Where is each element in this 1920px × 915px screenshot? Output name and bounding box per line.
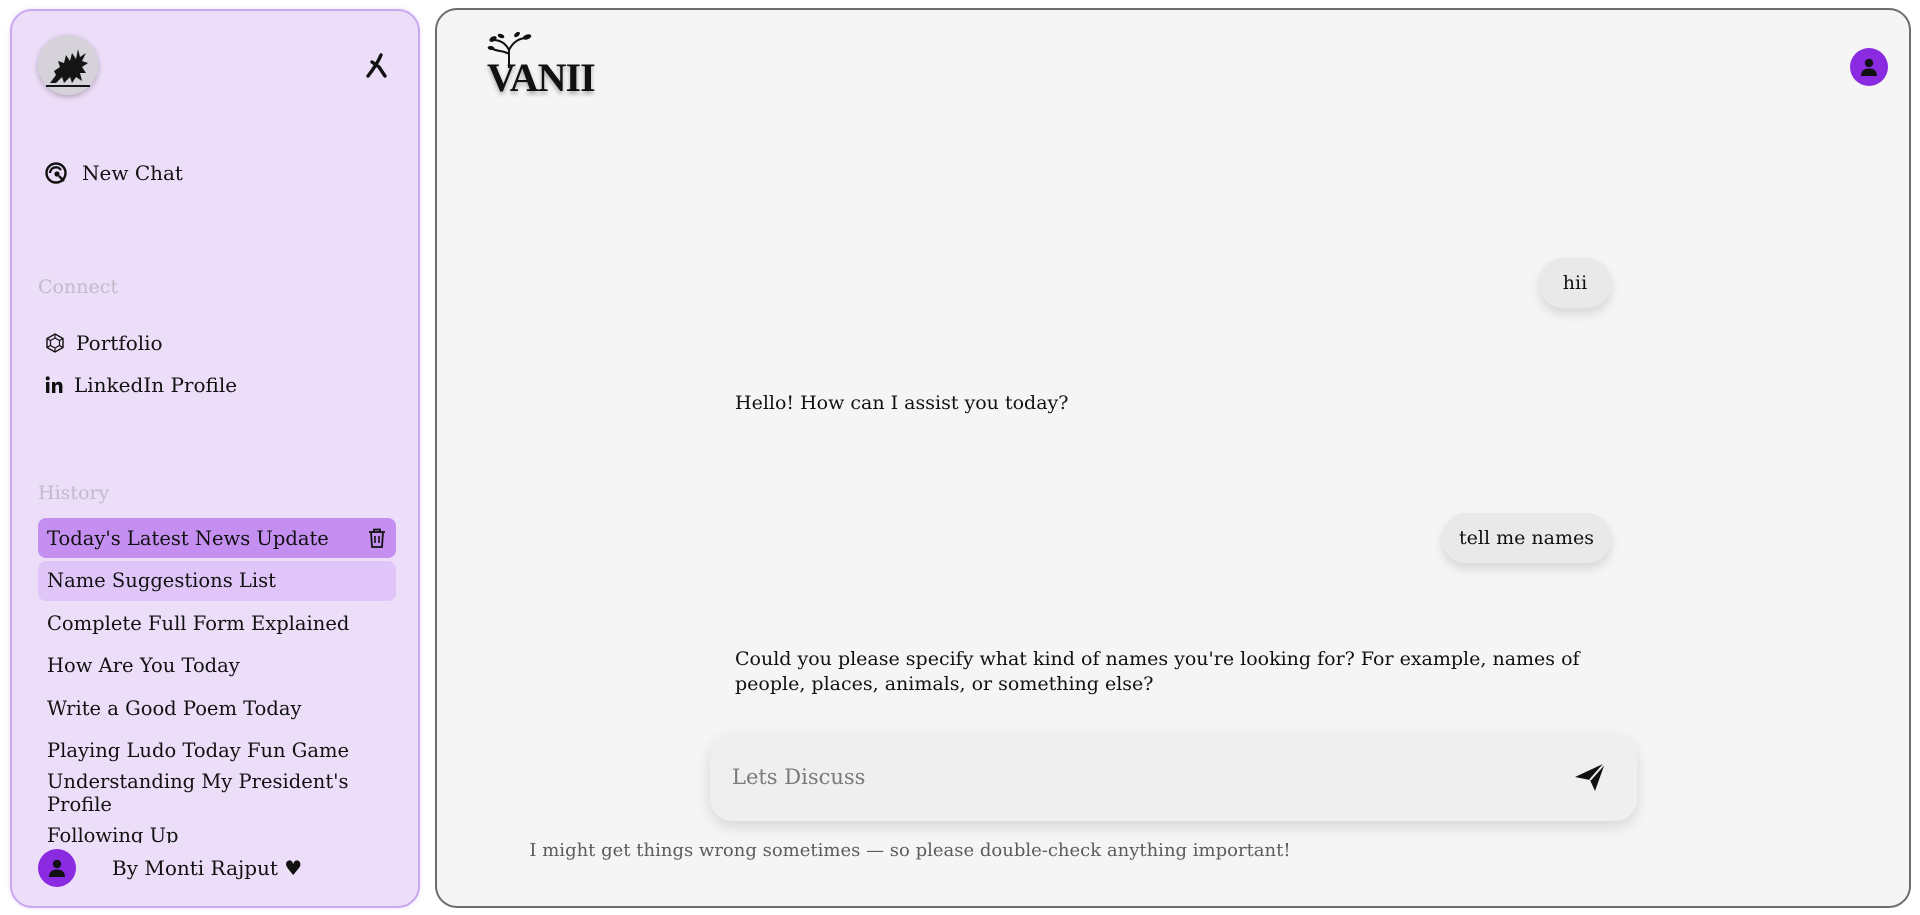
message-input[interactable] bbox=[732, 757, 1532, 797]
disclaimer-label: I might get things wrong sometimes — so … bbox=[529, 840, 1291, 861]
history-item[interactable]: Name Suggestions List bbox=[38, 560, 396, 601]
history-item-label: Playing Ludo Today Fun Game bbox=[47, 739, 350, 762]
history-item-label: Following Up bbox=[47, 824, 179, 843]
history-item-label: How Are You Today bbox=[47, 654, 240, 677]
send-button[interactable] bbox=[1571, 758, 1609, 796]
new-chat-button[interactable]: New Chat bbox=[44, 161, 183, 185]
assistant-message: Hello! How can I assist you today? bbox=[735, 391, 1615, 416]
assistant-message: Could you please specify what kind of na… bbox=[735, 647, 1615, 697]
assistant-message-text: Hello! How can I assist you today? bbox=[735, 392, 1069, 414]
history-item[interactable]: Understanding My President's Profile bbox=[38, 770, 396, 816]
user-message: tell me names bbox=[1442, 513, 1611, 563]
history-item-label: Write a Good Poem Today bbox=[47, 696, 302, 720]
portfolio-link[interactable]: Portfolio bbox=[44, 331, 163, 355]
assistant-message-text: Could you please specify what kind of na… bbox=[735, 648, 1580, 695]
avatar[interactable] bbox=[38, 849, 76, 887]
logo-text: VANII bbox=[487, 55, 596, 100]
collapse-sidebar-icon[interactable] bbox=[362, 51, 392, 81]
history-item[interactable]: Complete Full Form Explained bbox=[38, 603, 396, 643]
dragon-logo-icon[interactable] bbox=[38, 35, 98, 95]
history-item[interactable]: Following Up bbox=[38, 816, 396, 843]
linkedin-profile-link[interactable]: LinkedIn Profile bbox=[44, 373, 237, 397]
history-item-label: Today's Latest News Update bbox=[47, 526, 329, 550]
portfolio-icon bbox=[46, 333, 64, 353]
user-message-text: hii bbox=[1562, 272, 1588, 294]
history-list: Today's Latest News Update Name Suggesti… bbox=[38, 518, 396, 843]
disclaimer-text: I might get things wrong sometimes — so … bbox=[437, 840, 1909, 861]
history-item[interactable]: Write a Good Poem Today bbox=[38, 688, 396, 728]
history-item-label: Understanding My President's Profile bbox=[47, 770, 349, 816]
linkedin-label: LinkedIn Profile bbox=[74, 373, 238, 397]
history-item[interactable]: Today's Latest News Update bbox=[38, 518, 396, 558]
send-icon bbox=[1575, 762, 1606, 791]
new-chat-label: New Chat bbox=[82, 161, 183, 185]
sidebar: New Chat Connect Portfolio LinkedIn Prof… bbox=[10, 9, 420, 908]
user-message: hii bbox=[1539, 258, 1611, 308]
sidebar-footer: By Monti Rajput ♥ bbox=[38, 849, 302, 887]
history-item-label: Name Suggestions List bbox=[47, 569, 276, 592]
history-item[interactable]: How Are You Today bbox=[38, 646, 396, 686]
trash-icon[interactable] bbox=[366, 527, 388, 549]
app-logo: VANII bbox=[487, 32, 597, 100]
portfolio-label: Portfolio bbox=[76, 331, 163, 355]
user-message-text: tell me names bbox=[1459, 527, 1594, 549]
history-item-label: Complete Full Form Explained bbox=[47, 611, 350, 635]
message-composer bbox=[710, 733, 1637, 821]
linkedin-icon bbox=[45, 376, 63, 393]
connect-section-label: Connect bbox=[38, 276, 118, 298]
footer-credit: By Monti Rajput ♥ bbox=[112, 856, 303, 880]
user-icon bbox=[49, 859, 65, 877]
avatar[interactable] bbox=[1850, 48, 1888, 86]
user-icon bbox=[1861, 58, 1877, 76]
history-section-label: History bbox=[38, 482, 110, 504]
new-chat-icon bbox=[45, 162, 67, 184]
chat-main: VANII hii Hello! How can I assist you to… bbox=[435, 8, 1911, 908]
history-item[interactable]: Playing Ludo Today Fun Game bbox=[38, 731, 396, 771]
